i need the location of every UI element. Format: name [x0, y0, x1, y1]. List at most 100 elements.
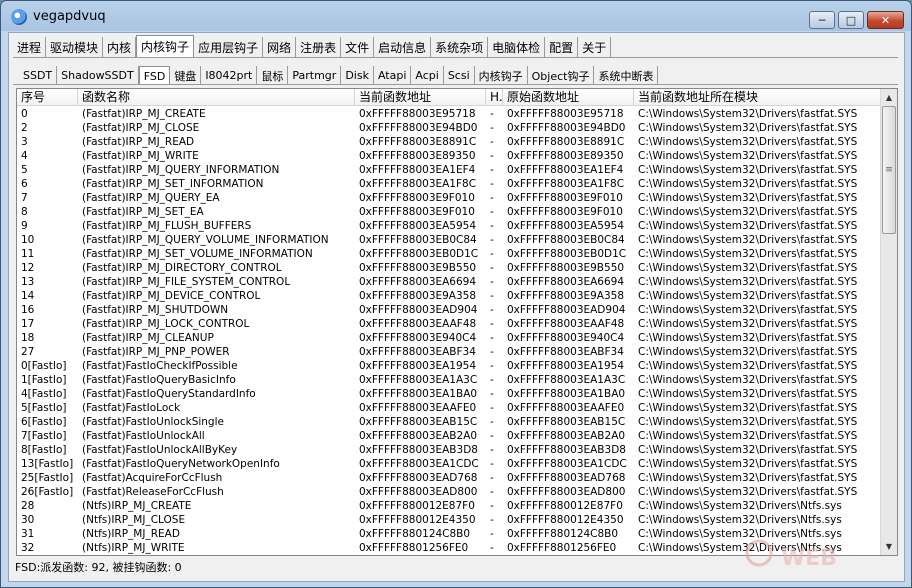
close-button[interactable]: ✕: [867, 11, 904, 29]
sub-tab-7[interactable]: Disk: [341, 66, 374, 85]
table-cell: 0: [21, 108, 28, 120]
table-cell: 16: [21, 304, 35, 316]
table-row[interactable]: 10 (Fastfat)IRP_MJ_QUERY_VOLUME_INFORMATI…: [17, 233, 881, 247]
sub-tab-12[interactable]: Object钩子: [527, 66, 595, 85]
scroll-up-icon[interactable]: ▲: [881, 89, 897, 106]
table-row[interactable]: 11 (Fastfat)IRP_MJ_SET_VOLUME_INFORMATION…: [17, 247, 881, 261]
sub-tab-0[interactable]: SSDT: [19, 66, 58, 85]
table-row[interactable]: 5 (Fastfat)IRP_MJ_QUERY_INFORMATION 0xFFFF…: [17, 163, 881, 177]
table-cell: -: [490, 108, 494, 120]
table-row[interactable]: 17 (Fastfat)IRP_MJ_LOCK_CONTROL 0xFFFFF880…: [17, 317, 881, 331]
table-cell: 0xFFFFF88003EAB15C: [359, 416, 478, 428]
main-tab-7[interactable]: 文件: [341, 37, 375, 57]
minimize-button[interactable]: ─: [809, 11, 835, 29]
main-tab-8[interactable]: 启动信息: [374, 37, 432, 57]
sub-tab-2[interactable]: FSD: [138, 66, 171, 85]
main-tab-11[interactable]: 配置: [545, 37, 579, 57]
table-row[interactable]: 5[FastIo] (Fastfat)FastIoLock 0xFFFFF88003…: [17, 401, 881, 415]
column-header[interactable]: 原始函数地址: [503, 89, 634, 106]
sub-tab-3[interactable]: 键盘: [170, 66, 202, 85]
table-cell: -: [490, 234, 494, 246]
table-cell: -: [490, 402, 494, 414]
table-cell: -: [490, 472, 494, 484]
column-header[interactable]: 当前函数地址所在模块: [634, 89, 881, 106]
scroll-thumb[interactable]: ≡: [882, 106, 896, 234]
table-row[interactable]: 25[FastIo] (Fastfat)AcquireForCcFlush 0xFF…: [17, 471, 881, 485]
table-cell: C:\Windows\System32\Drivers\fastfat.SYS: [638, 402, 858, 414]
table-row[interactable]: 4[FastIo] (Fastfat)FastIoQueryStandardInf…: [17, 387, 881, 401]
table-cell: (Fastfat)IRP_MJ_QUERY_EA: [82, 192, 220, 204]
table-cell: C:\Windows\System32\Drivers\fastfat.SYS: [638, 486, 858, 498]
maximize-button[interactable]: □: [838, 11, 864, 29]
table-row[interactable]: 13 (Fastfat)IRP_MJ_FILE_SYSTEM_CONTROL 0xF…: [17, 275, 881, 289]
main-tab-9[interactable]: 系统杂项: [431, 37, 489, 57]
table-row[interactable]: 0 (Fastfat)IRP_MJ_CREATE 0xFFFFF88003E9571…: [17, 107, 881, 121]
sub-tab-1[interactable]: ShadowSSDT: [57, 66, 139, 85]
table-cell: 0xFFFFF88003EAB3D8: [359, 444, 478, 456]
sub-tab-13[interactable]: 系统中断表: [594, 66, 659, 85]
main-tab-6[interactable]: 注册表: [296, 37, 342, 57]
sub-tab-5[interactable]: 鼠标: [257, 66, 289, 85]
table-cell: 10: [21, 234, 35, 246]
table-row[interactable]: 7 (Fastfat)IRP_MJ_QUERY_EA 0xFFFFF88003E9F…: [17, 191, 881, 205]
table-body: 0 (Fastfat)IRP_MJ_CREATE 0xFFFFF88003E9571…: [17, 107, 881, 555]
table-row[interactable]: 31 (Ntfs)IRP_MJ_READ 0xFFFFF880124C8B0 - 0xF…: [17, 527, 881, 541]
table-row[interactable]: 7[FastIo] (Fastfat)FastIoUnlockAll 0xFFFFF…: [17, 429, 881, 443]
scroll-down-icon[interactable]: ▼: [881, 538, 897, 555]
table-cell: 0xFFFFF88003EA1A3C: [507, 374, 626, 386]
table-row[interactable]: 8 (Fastfat)IRP_MJ_SET_EA 0xFFFFF88003E9F01…: [17, 205, 881, 219]
table-row[interactable]: 12 (Fastfat)IRP_MJ_DIRECTORY_CONTROL 0xFFF…: [17, 261, 881, 275]
column-header[interactable]: 当前函数地址: [355, 89, 486, 106]
table-cell: 0xFFFFF880012E87F0: [507, 500, 623, 512]
table-cell: C:\Windows\System32\Drivers\fastfat.SYS: [638, 290, 858, 302]
main-tab-1[interactable]: 驱动模块: [46, 37, 104, 57]
table-row[interactable]: 9 (Fastfat)IRP_MJ_FLUSH_BUFFERS 0xFFFFF880…: [17, 219, 881, 233]
column-header[interactable]: H...: [486, 89, 503, 106]
column-header[interactable]: 序号: [17, 89, 78, 106]
table-row[interactable]: 3 (Fastfat)IRP_MJ_READ 0xFFFFF88003E8891C -…: [17, 135, 881, 149]
table-cell: C:\Windows\System32\Drivers\Ntfs.sys: [638, 542, 842, 554]
table-row[interactable]: 14 (Fastfat)IRP_MJ_DEVICE_CONTROL 0xFFFFF8…: [17, 289, 881, 303]
table-row[interactable]: 2 (Fastfat)IRP_MJ_CLOSE 0xFFFFF88003E94BD0…: [17, 121, 881, 135]
sub-tab-10[interactable]: Scsi: [443, 66, 475, 85]
table-row[interactable]: 32 (Ntfs)IRP_MJ_WRITE 0xFFFFF8801256FE0 - 0x…: [17, 541, 881, 555]
main-tab-0[interactable]: 进程: [13, 37, 47, 57]
table-cell: C:\Windows\System32\Drivers\Ntfs.sys: [638, 528, 842, 540]
table-row[interactable]: 28 (Ntfs)IRP_MJ_CREATE 0xFFFFF880012E87F0 -…: [17, 499, 881, 513]
sub-tab-6[interactable]: Partmgr: [288, 66, 342, 85]
table-row[interactable]: 1[FastIo] (Fastfat)FastIoQueryBasicInfo 0x…: [17, 373, 881, 387]
table-row[interactable]: 6[FastIo] (Fastfat)FastIoUnlockSingle 0xFF…: [17, 415, 881, 429]
sub-tab-11[interactable]: 内核钩子: [474, 66, 528, 85]
table-row[interactable]: 13[FastIo] (Fastfat)FastIoQueryNetworkOpe…: [17, 457, 881, 471]
column-header[interactable]: 函数名称: [78, 89, 355, 106]
table-cell: 0xFFFFF88003EA1A3C: [359, 374, 478, 386]
title-bar[interactable]: vegapdvuq ─ □ ✕: [1, 1, 911, 31]
table-cell: (Ntfs)IRP_MJ_READ: [82, 528, 180, 540]
table-cell: (Fastfat)IRP_MJ_CREATE: [82, 108, 206, 120]
table-cell: 0xFFFFF88003EA6694: [507, 276, 625, 288]
table-row[interactable]: 16 (Fastfat)IRP_MJ_SHUTDOWN 0xFFFFF88003EA…: [17, 303, 881, 317]
main-tab-12[interactable]: 关于: [578, 37, 612, 57]
table-row[interactable]: 8[FastIo] (Fastfat)FastIoUnlockAllByKey 0x…: [17, 443, 881, 457]
sub-tab-bar: SSDT ShadowSSDT FSD 键盘 I8042prt 鼠标 Partmgr Disk…: [19, 63, 659, 85]
sub-tab-4[interactable]: I8042prt: [201, 66, 258, 85]
main-tab-10[interactable]: 电脑体检: [488, 37, 546, 57]
table-row[interactable]: 27 (Fastfat)IRP_MJ_PNP_POWER 0xFFFFF88003E…: [17, 345, 881, 359]
vertical-scrollbar[interactable]: ▲ ≡ ▼: [880, 89, 897, 555]
table-cell: 0xFFFFF88003E9B550: [359, 262, 477, 274]
sub-tab-9[interactable]: Acpi: [411, 66, 444, 85]
table-cell: 0xFFFFF88003E95718: [507, 108, 624, 120]
main-tab-4[interactable]: 应用层钩子: [194, 37, 264, 57]
main-tab-3[interactable]: 内核钩子: [136, 35, 195, 57]
table-row[interactable]: 30 (Ntfs)IRP_MJ_CLOSE 0xFFFFF880012E4350 - 0…: [17, 513, 881, 527]
main-tab-2[interactable]: 内核: [103, 37, 137, 57]
table-cell: C:\Windows\System32\Drivers\fastfat.SYS: [638, 346, 858, 358]
table-row[interactable]: 6 (Fastfat)IRP_MJ_SET_INFORMATION 0xFFFFF8…: [17, 177, 881, 191]
table-row[interactable]: 26[FastIo] (Fastfat)ReleaseForCcFlush 0xFF…: [17, 485, 881, 499]
table-row[interactable]: 0[FastIo] (Fastfat)FastIoCheckIfPossible 0…: [17, 359, 881, 373]
table-row[interactable]: 18 (Fastfat)IRP_MJ_CLEANUP 0xFFFFF88003E94…: [17, 331, 881, 345]
table-cell: (Fastfat)AcquireForCcFlush: [82, 472, 223, 484]
main-tab-5[interactable]: 网络: [263, 37, 297, 57]
sub-tab-8[interactable]: Atapi: [373, 66, 412, 85]
table-row[interactable]: 4 (Fastfat)IRP_MJ_WRITE 0xFFFFF88003E89350…: [17, 149, 881, 163]
